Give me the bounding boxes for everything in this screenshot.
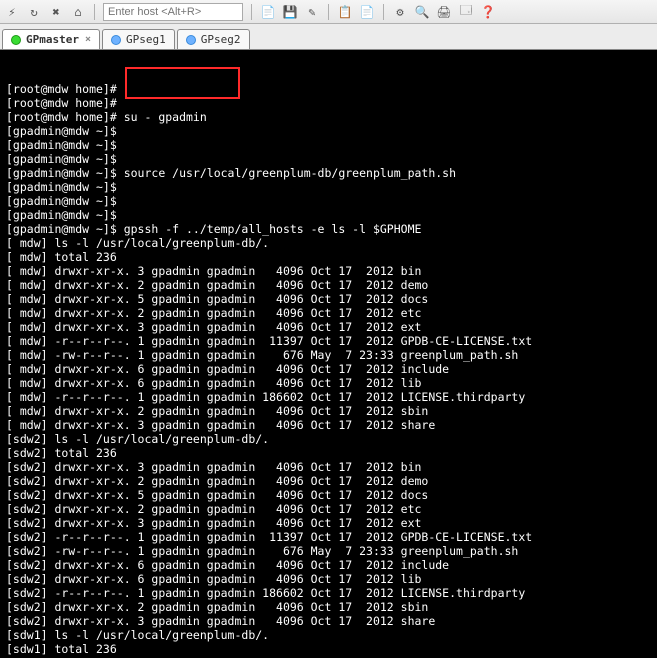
terminal-line: [ mdw] drwxr-xr-x. 6 gpadmin gpadmin 409…	[6, 376, 651, 390]
terminal-line: [gpadmin@mdw ~]$	[6, 152, 651, 166]
tab-label: GPseg2	[201, 33, 241, 46]
tab-bar: GPmaster × GPseg1 GPseg2	[0, 24, 657, 50]
terminal-line: [sdw1] ls -l /usr/local/greenplum-db/.	[6, 628, 651, 642]
separator	[251, 4, 252, 20]
terminal-line: [ mdw] drwxr-xr-x. 2 gpadmin gpadmin 409…	[6, 404, 651, 418]
home-icon[interactable]: ⌂	[70, 4, 86, 20]
terminal-line: [sdw2] drwxr-xr-x. 6 gpadmin gpadmin 409…	[6, 558, 651, 572]
terminal-line: [ mdw] drwxr-xr-x. 5 gpadmin gpadmin 409…	[6, 292, 651, 306]
tab-label: GPseg1	[126, 33, 166, 46]
separator	[94, 4, 95, 20]
connect-icon[interactable]: ⚡	[4, 4, 20, 20]
terminal-line: [ mdw] -r--r--r--. 1 gpadmin gpadmin 113…	[6, 334, 651, 348]
terminal-line: [ mdw] ls -l /usr/local/greenplum-db/.	[6, 236, 651, 250]
terminal-line: [gpadmin@mdw ~]$ source /usr/local/green…	[6, 166, 651, 180]
terminal-line: [ mdw] drwxr-xr-x. 6 gpadmin gpadmin 409…	[6, 362, 651, 376]
save-icon[interactable]: 💾	[282, 4, 298, 20]
disconnect-icon[interactable]: ✖	[48, 4, 64, 20]
terminal-line: [ mdw] drwxr-xr-x. 3 gpadmin gpadmin 409…	[6, 418, 651, 432]
terminal-line: [sdw2] -r--r--r--. 1 gpadmin gpadmin 113…	[6, 530, 651, 544]
toolbar: ⚡ ↻ ✖ ⌂ 📄 💾 ✎ 📋 📄 ⚙ 🔍 🖨 🗔 ❓	[0, 0, 657, 24]
copy-icon[interactable]: 📋	[337, 4, 353, 20]
terminal-line: [sdw2] -r--r--r--. 1 gpadmin gpadmin 186…	[6, 586, 651, 600]
terminal-line: [sdw1] total 236	[6, 642, 651, 656]
terminal-line: [sdw2] drwxr-xr-x. 2 gpadmin gpadmin 409…	[6, 502, 651, 516]
terminal-line: [gpadmin@mdw ~]$	[6, 208, 651, 222]
terminal-line: [sdw2] drwxr-xr-x. 2 gpadmin gpadmin 409…	[6, 600, 651, 614]
terminal-line: [ mdw] drwxr-xr-x. 2 gpadmin gpadmin 409…	[6, 306, 651, 320]
terminal-line: [ mdw] total 236	[6, 250, 651, 264]
terminal-line: [sdw2] drwxr-xr-x. 6 gpadmin gpadmin 409…	[6, 572, 651, 586]
terminal-line: [sdw2] drwxr-xr-x. 3 gpadmin gpadmin 409…	[6, 516, 651, 530]
status-dot-icon	[111, 35, 121, 45]
status-dot-icon	[186, 35, 196, 45]
terminal-line: [gpadmin@mdw ~]$ gpssh -f ../temp/all_ho…	[6, 222, 651, 236]
terminal-output[interactable]: [root@mdw home]#[root@mdw home]#[root@md…	[0, 50, 657, 658]
tab-gpseg1[interactable]: GPseg1	[102, 29, 175, 49]
extra-icon-4[interactable]: 🗔	[458, 4, 474, 20]
terminal-line: [ mdw] drwxr-xr-x. 2 gpadmin gpadmin 409…	[6, 278, 651, 292]
folder-icon[interactable]: 📄	[260, 4, 276, 20]
terminal-line: [gpadmin@mdw ~]$	[6, 194, 651, 208]
terminal-line: [sdw2] -rw-r--r--. 1 gpadmin gpadmin 676…	[6, 544, 651, 558]
host-input[interactable]	[103, 3, 243, 21]
tab-gpseg2[interactable]: GPseg2	[177, 29, 250, 49]
terminal-line: [sdw2] drwxr-xr-x. 2 gpadmin gpadmin 409…	[6, 474, 651, 488]
terminal-line: [gpadmin@mdw ~]$	[6, 180, 651, 194]
edit-icon[interactable]: ✎	[304, 4, 320, 20]
paste-icon[interactable]: 📄	[359, 4, 375, 20]
extra-icon-1[interactable]: ⚙	[392, 4, 408, 20]
terminal-line: [ mdw] drwxr-xr-x. 3 gpadmin gpadmin 409…	[6, 320, 651, 334]
terminal-line: [sdw2] ls -l /usr/local/greenplum-db/.	[6, 432, 651, 446]
terminal-line: [ mdw] -rw-r--r--. 1 gpadmin gpadmin 676…	[6, 348, 651, 362]
reconnect-icon[interactable]: ↻	[26, 4, 42, 20]
terminal-line: [gpadmin@mdw ~]$	[6, 124, 651, 138]
terminal-line: [sdw2] drwxr-xr-x. 3 gpadmin gpadmin 409…	[6, 460, 651, 474]
terminal-line: [sdw2] total 236	[6, 446, 651, 460]
extra-icon-5[interactable]: ❓	[480, 4, 496, 20]
terminal-line: [root@mdw home]#	[6, 96, 651, 110]
status-dot-icon	[11, 35, 21, 45]
tab-gpmaster[interactable]: GPmaster ×	[2, 29, 100, 49]
close-icon[interactable]: ×	[85, 34, 91, 45]
terminal-line: [root@mdw home]# su - gpadmin	[6, 110, 651, 124]
separator	[383, 4, 384, 20]
terminal-line: [gpadmin@mdw ~]$	[6, 138, 651, 152]
extra-icon-3[interactable]: 🖨	[436, 4, 452, 20]
extra-icon-2[interactable]: 🔍	[414, 4, 430, 20]
terminal-line: [ mdw] -r--r--r--. 1 gpadmin gpadmin 186…	[6, 390, 651, 404]
terminal-line: [ mdw] drwxr-xr-x. 3 gpadmin gpadmin 409…	[6, 264, 651, 278]
terminal-line: [sdw2] drwxr-xr-x. 3 gpadmin gpadmin 409…	[6, 614, 651, 628]
terminal-line: [root@mdw home]#	[6, 82, 651, 96]
separator	[328, 4, 329, 20]
terminal-line: [sdw2] drwxr-xr-x. 5 gpadmin gpadmin 409…	[6, 488, 651, 502]
tab-label: GPmaster	[26, 33, 79, 46]
